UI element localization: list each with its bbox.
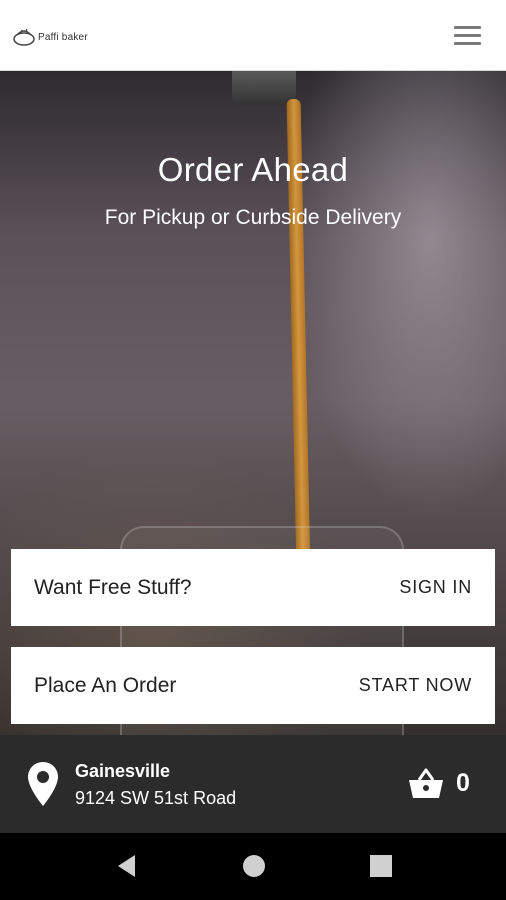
back-icon[interactable] bbox=[114, 853, 140, 879]
hamburger-menu-icon[interactable] bbox=[454, 24, 482, 46]
sign-in-button[interactable]: SIGN IN bbox=[399, 577, 472, 598]
logo[interactable]: Paffi baker bbox=[12, 24, 88, 50]
espresso-nozzle-image bbox=[232, 71, 296, 105]
hero-subtitle: For Pickup or Curbside Delivery bbox=[104, 206, 402, 229]
cart-count: 0 bbox=[456, 769, 470, 797]
system-nav-bar bbox=[0, 833, 506, 900]
start-now-button[interactable]: START NOW bbox=[359, 675, 472, 696]
free-stuff-card[interactable]: Want Free Stuff? SIGN IN bbox=[11, 549, 495, 626]
map-pin-icon bbox=[28, 762, 58, 806]
location-address: 9124 SW 51st Road bbox=[75, 788, 237, 808]
free-stuff-label: Want Free Stuff? bbox=[34, 575, 192, 599]
basket-icon[interactable] bbox=[408, 768, 444, 800]
hero-banner: Order Ahead For Pickup or Curbside Deliv… bbox=[0, 71, 506, 735]
location-bar[interactable]: Gainesville 9124 SW 51st Road 0 bbox=[0, 735, 506, 833]
logo-mark-icon bbox=[13, 28, 35, 46]
place-order-label: Place An Order bbox=[34, 673, 177, 697]
location-city: Gainesville bbox=[75, 761, 171, 781]
home-icon[interactable] bbox=[241, 853, 267, 879]
logo-text: Paffi baker bbox=[38, 31, 88, 43]
recents-icon[interactable] bbox=[368, 853, 394, 879]
app-header: Paffi baker bbox=[0, 0, 506, 71]
place-order-card[interactable]: Place An Order START NOW bbox=[11, 647, 495, 724]
hero-title: Order Ahead bbox=[157, 151, 349, 188]
